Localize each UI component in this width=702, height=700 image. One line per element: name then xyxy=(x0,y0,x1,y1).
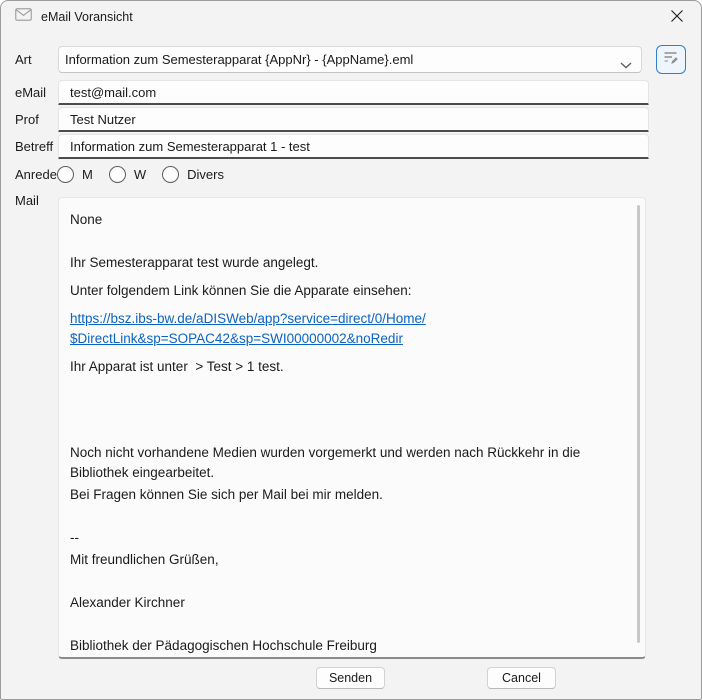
anrede-option-divers[interactable]: Divers xyxy=(162,166,224,183)
close-icon xyxy=(670,9,684,28)
close-button[interactable] xyxy=(663,6,691,30)
anrede-label: Anrede xyxy=(15,167,57,182)
mail-paragraph: Ihr Semesterapparat test wurde angelegt. xyxy=(70,253,629,273)
mail-paragraph: Alexander Kirchner xyxy=(70,593,629,613)
mail-link[interactable]: https://bsz.ibs-bw.de/aDISWeb/app?servic… xyxy=(70,309,629,349)
send-button[interactable]: Senden xyxy=(316,667,385,689)
email-preview-dialog: eMail Voransicht Art Information zum Sem… xyxy=(0,0,702,700)
titlebar: eMail Voransicht xyxy=(1,1,701,33)
prof-value: Test Nutzer xyxy=(70,112,136,127)
prof-label: Prof xyxy=(15,112,39,127)
mail-paragraph: Bibliothek der Pädagogischen Hochschule … xyxy=(70,636,629,659)
mail-scrollbar[interactable] xyxy=(637,205,640,643)
edit-template-button[interactable] xyxy=(656,45,686,74)
radio-button[interactable] xyxy=(57,166,74,183)
mail-paragraph: -- xyxy=(70,528,629,548)
mail-icon xyxy=(15,8,32,26)
email-label: eMail xyxy=(15,85,46,100)
mail-label: Mail xyxy=(15,193,39,208)
radio-label: Divers xyxy=(187,167,224,182)
chevron-down-icon xyxy=(620,57,632,72)
anrede-option-m[interactable]: M xyxy=(57,166,93,183)
mail-paragraph: Unter folgendem Link können Sie die Appa… xyxy=(70,281,629,301)
mail-paragraph: None xyxy=(70,210,629,230)
art-template-combobox[interactable]: Information zum Semesterapparat {AppNr} … xyxy=(58,46,642,73)
email-value: test@mail.com xyxy=(70,85,156,100)
email-field[interactable]: test@mail.com xyxy=(58,80,649,105)
radio-button[interactable] xyxy=(109,166,126,183)
art-label: Art xyxy=(15,52,32,67)
betreff-field[interactable]: Information zum Semesterapparat 1 - test xyxy=(58,134,649,159)
radio-label: W xyxy=(134,167,146,182)
mail-body-textarea[interactable]: None Ihr Semesterapparat test wurde angel… xyxy=(58,197,646,659)
anrede-option-w[interactable]: W xyxy=(109,166,146,183)
radio-button[interactable] xyxy=(162,166,179,183)
prof-field[interactable]: Test Nutzer xyxy=(58,107,649,132)
cancel-button[interactable]: Cancel xyxy=(487,667,556,689)
anrede-radio-group: M W Divers xyxy=(57,166,224,183)
mail-paragraph: Ihr Apparat ist unter > Test > 1 test. xyxy=(70,357,629,377)
edit-note-icon xyxy=(663,50,679,70)
window-title: eMail Voransicht xyxy=(41,10,133,24)
radio-label: M xyxy=(82,167,93,182)
mail-paragraph: Noch nicht vorhandene Medien wurden vorg… xyxy=(70,443,629,483)
betreff-value: Information zum Semesterapparat 1 - test xyxy=(70,139,310,154)
mail-paragraph: Bei Fragen können Sie sich per Mail bei … xyxy=(70,485,629,505)
art-template-value: Information zum Semesterapparat {AppNr} … xyxy=(65,52,413,67)
mail-paragraph: Mit freundlichen Grüßen, xyxy=(70,550,629,570)
betreff-label: Betreff xyxy=(15,139,53,154)
